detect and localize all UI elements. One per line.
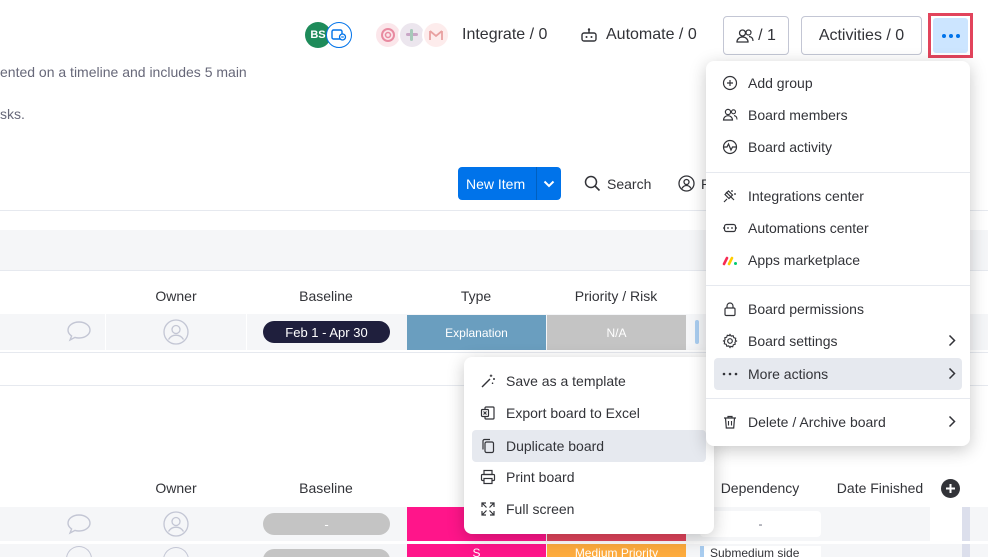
board-description-line2: sks. (0, 106, 25, 122)
baseline-chip[interactable]: Feb 1 - Apr 30 (263, 321, 390, 343)
column-header-date-finished[interactable]: Date Finished (830, 480, 930, 496)
wand-icon (480, 373, 496, 389)
robot-icon (722, 220, 738, 236)
plus-circle-icon (722, 75, 738, 91)
board-settings-menu-item[interactable]: Board settings (714, 326, 962, 356)
more-actions-menu: Save as a template Export board to Excel… (464, 357, 714, 534)
board-activity-menu-item[interactable]: Board activity (714, 132, 962, 162)
lock-icon (722, 301, 738, 317)
board-options-menu: Add group Board members Board activity I… (706, 61, 970, 446)
type-status[interactable]: S (407, 544, 546, 557)
printer-icon (480, 469, 496, 485)
plug-icon (722, 188, 738, 204)
apps-icon (722, 252, 738, 268)
excel-icon (480, 405, 496, 421)
save-as-template-menu-item[interactable]: Save as a template (472, 366, 706, 396)
column-header-baseline[interactable]: Baseline (246, 288, 406, 304)
apps-marketplace-menu-item[interactable]: Apps marketplace (714, 245, 962, 275)
trash-icon (722, 414, 738, 430)
priority-status[interactable]: Medium Priority (547, 544, 686, 557)
integrations-center-menu-item[interactable]: Integrations center (714, 181, 962, 211)
person-icon (678, 175, 695, 192)
members-icon (736, 28, 754, 44)
board-more-menu-button[interactable] (928, 13, 973, 58)
members-icon (722, 107, 738, 123)
full-screen-menu-item[interactable]: Full screen (472, 494, 706, 524)
column-header-owner[interactable]: Owner (106, 288, 246, 304)
integration-apps-icon[interactable] (374, 20, 454, 50)
search-icon (584, 175, 601, 192)
owner-avatar-icon[interactable] (163, 511, 189, 537)
comment-icon[interactable] (66, 320, 92, 342)
search-label: Search (607, 175, 652, 192)
type-status[interactable]: Explanation (407, 315, 546, 350)
search-button[interactable]: Search (584, 175, 651, 192)
fullscreen-icon (480, 501, 496, 517)
export-excel-menu-item[interactable]: Export board to Excel (472, 398, 706, 428)
chevron-right-icon (948, 367, 956, 380)
chevron-right-icon (948, 415, 956, 428)
print-board-menu-item[interactable]: Print board (472, 462, 706, 492)
guest-avatar-icon[interactable] (326, 22, 352, 48)
activity-icon (722, 139, 738, 155)
members-count: / 1 (758, 26, 776, 44)
delete-archive-board-menu-item[interactable]: Delete / Archive board (714, 407, 962, 437)
baseline-chip[interactable]: - (263, 513, 390, 535)
board-members-menu-item[interactable]: Board members (714, 100, 962, 130)
dots-icon (933, 18, 968, 53)
board-members-button[interactable]: / 1 (723, 16, 789, 55)
column-header-baseline-2[interactable]: Baseline (246, 480, 406, 496)
integrate-label: Integrate / 0 (462, 26, 548, 43)
table-row[interactable]: S Medium Priority Submedium side (0, 544, 988, 557)
duplicate-icon (480, 438, 496, 454)
more-actions-menu-item[interactable]: More actions (714, 358, 962, 390)
duplicate-board-menu-item[interactable]: Duplicate board (472, 430, 706, 462)
new-item-button[interactable]: New Item (458, 167, 561, 200)
automate-label: Automate / 0 (606, 26, 697, 43)
robot-icon (580, 28, 598, 42)
new-item-label: New Item (466, 175, 526, 192)
integrate-button[interactable]: Integrate / 0 (462, 26, 547, 44)
column-header-type[interactable]: Type (406, 288, 546, 304)
activities-label: Activities / 0 (818, 26, 905, 44)
automations-center-menu-item[interactable]: Automations center (714, 213, 962, 243)
chevron-right-icon (948, 334, 956, 347)
column-header-priority[interactable]: Priority / Risk (546, 288, 686, 304)
dependency-cell[interactable]: - (700, 511, 821, 537)
comment-icon[interactable] (66, 513, 92, 535)
owner-avatar-icon[interactable] (163, 319, 189, 345)
automate-button[interactable]: Automate / 0 (580, 26, 697, 44)
board-description-line1: ented on a timeline and includes 5 main (0, 64, 247, 80)
activities-button[interactable]: Activities / 0 (801, 16, 922, 55)
board-permissions-menu-item[interactable]: Board permissions (714, 294, 962, 324)
add-column-icon[interactable] (941, 479, 960, 498)
chevron-down-icon[interactable] (537, 180, 561, 188)
gear-icon (722, 333, 738, 349)
dots-icon (722, 366, 738, 382)
priority-status[interactable]: N/A (547, 315, 686, 350)
add-group-menu-item[interactable]: Add group (714, 68, 962, 98)
column-header-owner-2[interactable]: Owner (106, 480, 246, 496)
dependency-cell[interactable]: Submedium side (700, 546, 821, 557)
